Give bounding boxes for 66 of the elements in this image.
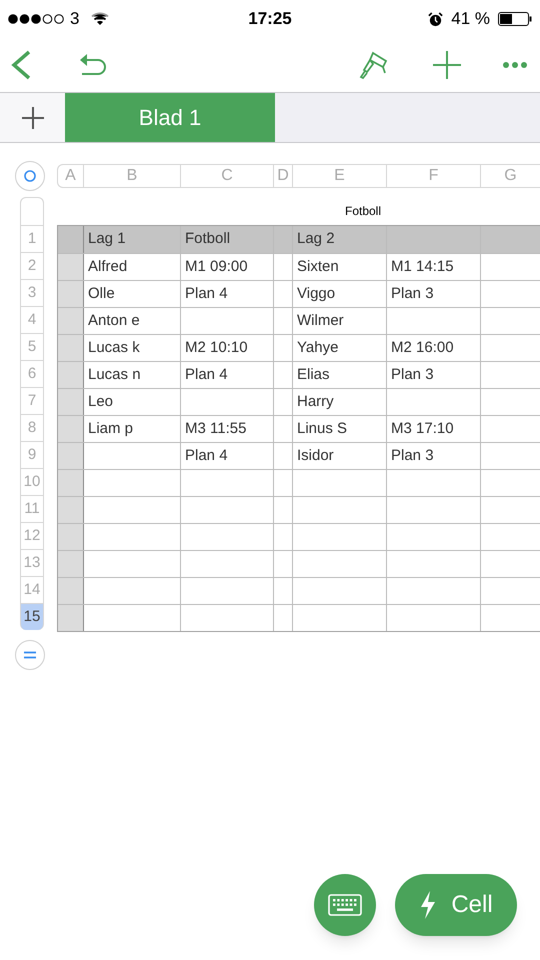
formula-button[interactable] [15,640,45,670]
table-cell[interactable]: Plan 4 [180,443,273,469]
table-cell[interactable]: Alfred [83,254,180,280]
table-cell[interactable]: Linus S [292,416,386,442]
wifi-icon [91,12,110,26]
back-icon [10,50,32,80]
table-cell[interactable]: Plan 3 [386,443,480,469]
battery-icon [498,12,532,26]
add-button[interactable] [430,48,464,82]
table-cell[interactable]: Plan 3 [386,362,480,388]
plus-icon [20,106,44,130]
table-cell[interactable]: M2 16:00 [386,335,480,361]
table-cell[interactable]: M3 11:55 [180,416,273,442]
table-cell[interactable]: Lag 2 [292,226,386,253]
table-cell[interactable]: Elias [292,362,386,388]
select-all-button[interactable] [15,161,45,191]
table-cell[interactable] [58,524,83,550]
table-cell[interactable] [58,578,83,604]
table-cell[interactable] [58,416,83,442]
table-cell[interactable]: Viggo [292,281,386,307]
table-cell[interactable]: Liam p [83,416,180,442]
table-cell[interactable]: Wilmer [292,308,386,334]
table-cell[interactable]: Plan 4 [180,362,273,388]
table-cell[interactable]: Harry [292,389,386,415]
signal-icon [8,14,64,24]
table-cell[interactable]: M2 10:10 [180,335,273,361]
table-cell[interactable] [58,389,83,415]
clock: 17:25 [247,8,293,30]
battery-percent: 41 % [451,8,490,30]
keyboard-icon [328,894,362,916]
table-cell[interactable] [58,497,83,523]
table-cell[interactable] [58,443,83,469]
equals-icon [24,651,36,659]
table-cell[interactable] [58,281,83,307]
table-cell[interactable]: Lucas n [83,362,180,388]
table-cell[interactable]: Fotboll [180,226,273,253]
table-title: Fotboll [345,203,382,220]
plus-icon [432,50,462,80]
table-cell[interactable]: Yahye [292,335,386,361]
alarm-icon [428,12,444,26]
table-cell[interactable] [58,551,83,577]
table-cell[interactable] [58,308,83,334]
row-header-corner [20,197,44,225]
table-cell[interactable]: Plan 4 [180,281,273,307]
carrier-label: 3 [70,8,80,30]
table-cell[interactable]: Isidor [292,443,386,469]
table-cell[interactable]: M1 09:00 [180,254,273,280]
table-cell[interactable] [58,470,83,496]
table-cell[interactable]: Olle [83,281,180,307]
circle-icon [24,170,36,182]
lightning-icon [419,890,438,920]
table-cell[interactable]: Leo [83,389,180,415]
row-header[interactable]: 15 [20,603,44,630]
add-sheet-button[interactable] [0,93,65,142]
table-cell[interactable]: Lag 1 [83,226,180,253]
table-cell[interactable]: Plan 3 [386,281,480,307]
table-cell[interactable] [58,605,83,631]
table-cell[interactable]: Sixten [292,254,386,280]
table-cell[interactable]: Anton e [83,308,180,334]
more-icon [502,61,528,69]
table-cell[interactable] [58,362,83,388]
table-cell[interactable]: M3 17:10 [386,416,480,442]
table-cell[interactable] [58,335,83,361]
table-cell[interactable]: Lucas k [83,335,180,361]
table-cell[interactable] [58,254,83,280]
table-cell[interactable]: M1 14:15 [386,254,480,280]
